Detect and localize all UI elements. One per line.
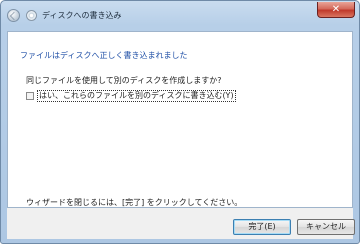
write-another-disc-label[interactable]: はい、これらのファイルを別のディスクに書き込む(Y) (37, 89, 236, 102)
back-arrow-icon[interactable] (7, 9, 20, 22)
page-heading: ファイルはディスクへ正しく書き込まれました (20, 51, 188, 60)
write-another-disc-option[interactable]: はい、これらのファイルを別のディスクに書き込む(Y) (26, 89, 236, 102)
finish-button[interactable]: 完了(E) (233, 219, 291, 235)
window-title: ディスクへの書き込み (42, 11, 122, 20)
disc-icon (26, 10, 37, 21)
title-bar: ディスクへの書き込み ✕ (1, 1, 359, 31)
wizard-content: ファイルはディスクへ正しく書き込まれました 同じファイルを使用して別のディスクを… (7, 31, 353, 208)
close-hint-text: ウィザードを閉じるには、[完了] をクリックしてください。 (26, 198, 243, 207)
write-another-disc-checkbox[interactable] (26, 91, 34, 100)
question-text: 同じファイルを使用して別のディスクを作成しますか? (26, 76, 222, 85)
close-button[interactable]: ✕ (317, 2, 355, 18)
wizard-window: ディスクへの書き込み ✕ ファイルはディスクへ正しく書き込まれました 同じファイ… (0, 0, 360, 244)
close-icon: ✕ (331, 4, 341, 15)
cancel-button[interactable]: キャンセル (297, 219, 355, 235)
